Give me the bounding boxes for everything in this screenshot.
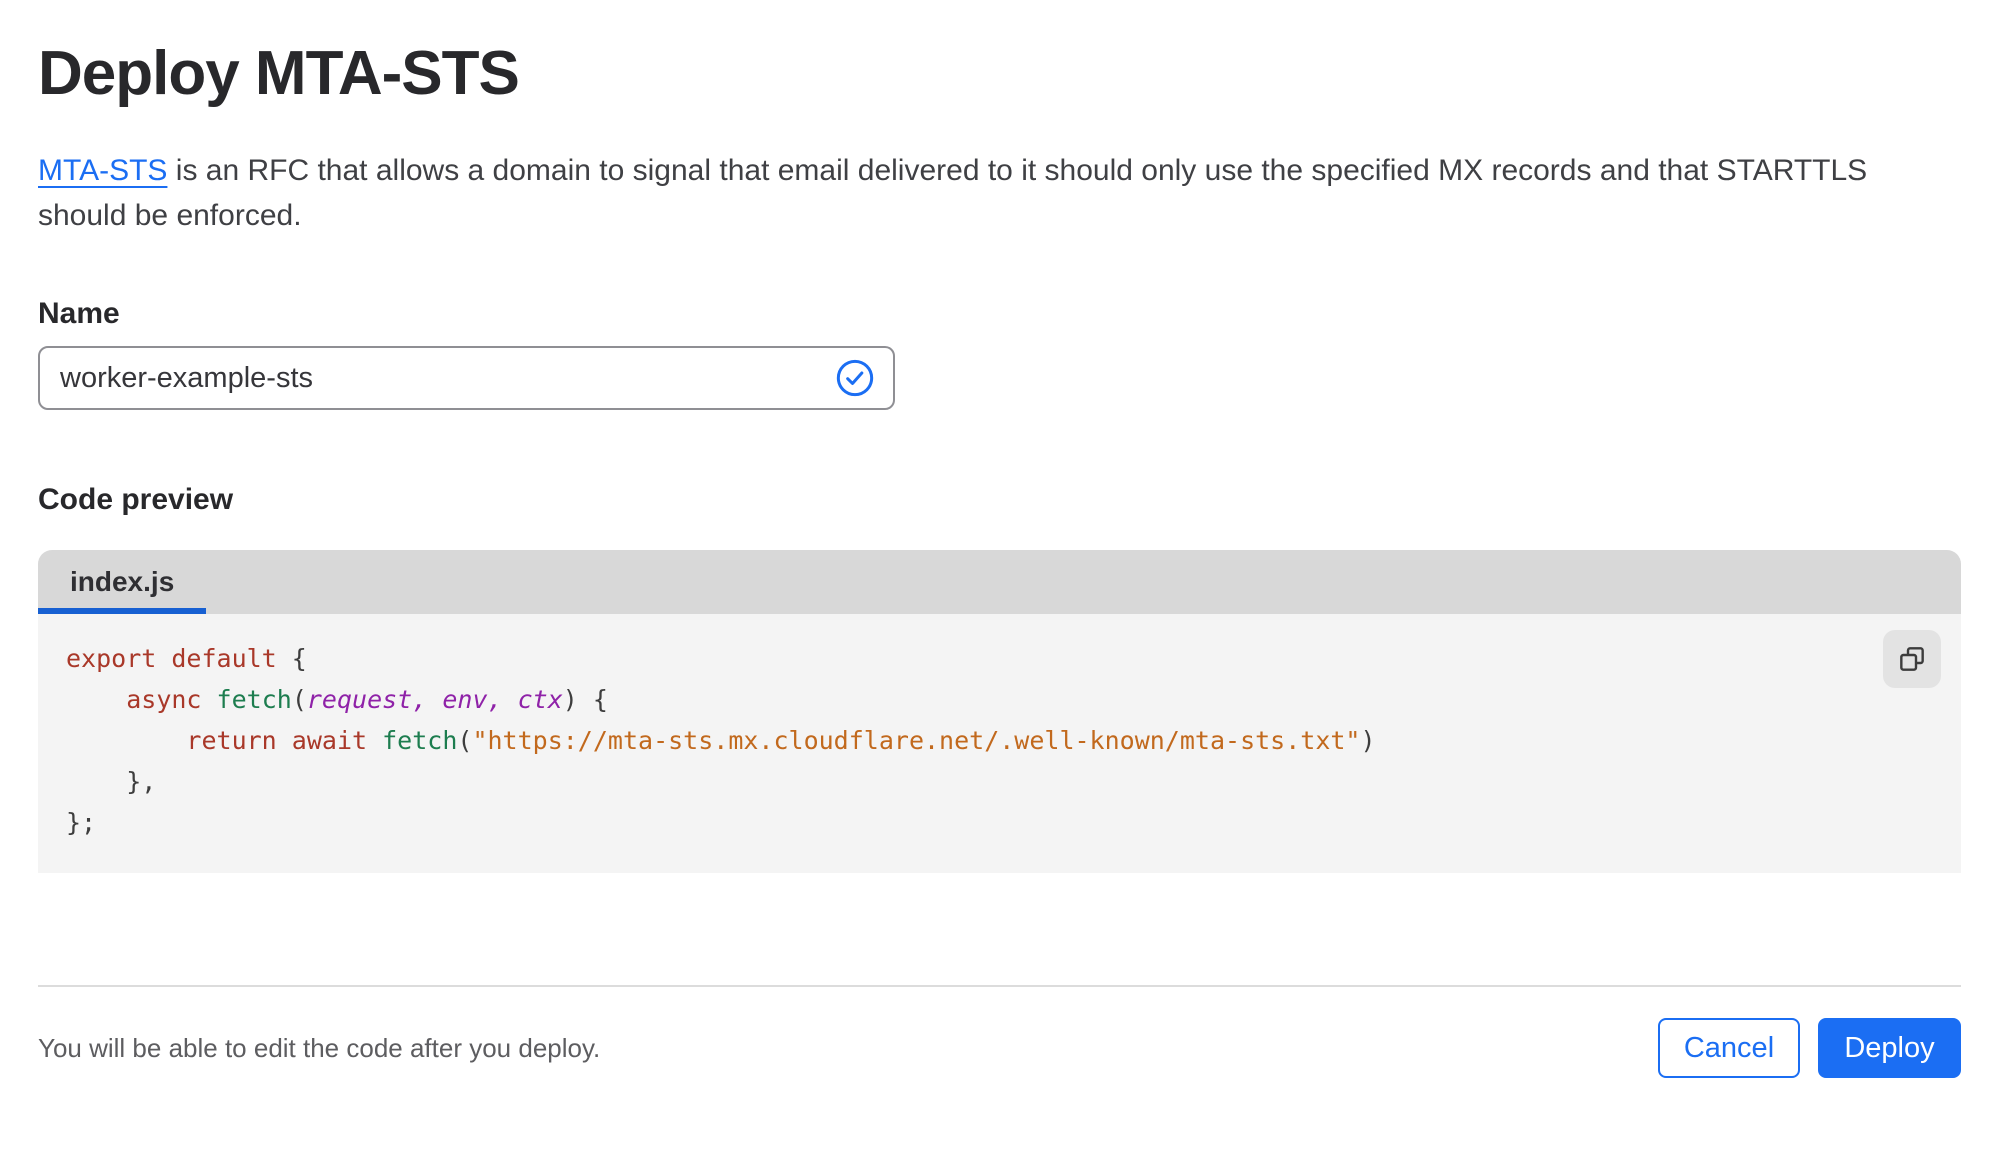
code-token: request, env, ctx (306, 685, 563, 714)
deploy-button[interactable]: Deploy (1818, 1018, 1961, 1078)
footer: You will be able to edit the code after … (38, 1018, 1961, 1078)
tab-index-js[interactable]: index.js (38, 550, 207, 614)
code-token: default (171, 644, 277, 673)
code-token: }, (66, 767, 157, 796)
copy-code-button[interactable] (1883, 630, 1941, 688)
code-preview-label: Code preview (38, 483, 234, 516)
code-tab-bar: index.js (38, 550, 1961, 614)
tab-label: index.js (70, 566, 175, 597)
code-token: export (66, 644, 157, 673)
code-token: ( (291, 685, 307, 714)
code-block: export default { async fetch(request, en… (66, 638, 1961, 843)
code-preview-panel: index.js export default { async fetch(re… (38, 550, 1961, 873)
code-token: fetch (216, 685, 292, 714)
code-editor-area: export default { async fetch(request, en… (38, 614, 1961, 873)
footer-note: You will be able to edit the code after … (38, 1032, 601, 1063)
copy-icon (1896, 643, 1928, 675)
mta-sts-link[interactable]: MTA-STS (38, 154, 167, 187)
page-title: Deploy MTA-STS (38, 39, 520, 108)
description-text: is an RFC that allows a domain to signal… (38, 154, 1868, 232)
code-token: ) (1360, 726, 1376, 755)
code-token: ) { (562, 685, 608, 714)
code-token: ( (457, 726, 473, 755)
name-input-wrapper (38, 346, 895, 410)
name-input[interactable] (60, 361, 835, 395)
code-token: await (291, 726, 368, 755)
code-token: { (276, 644, 307, 673)
deploy-mta-sts-page: Deploy MTA-STS MTA-STS is an RFC that al… (0, 38, 1999, 1176)
footer-divider (38, 985, 1961, 987)
code-token: "https://mta-sts.mx.cloudflare.net/.well… (472, 726, 1361, 755)
code-token: return (186, 726, 277, 755)
name-label: Name (38, 297, 120, 330)
code-token: }; (66, 808, 97, 837)
code-token: async (126, 685, 202, 714)
check-circle-icon (835, 358, 875, 398)
cancel-button[interactable]: Cancel (1658, 1018, 1800, 1078)
description: MTA-STS is an RFC that allows a domain t… (38, 148, 1943, 238)
code-token: fetch (382, 726, 458, 755)
